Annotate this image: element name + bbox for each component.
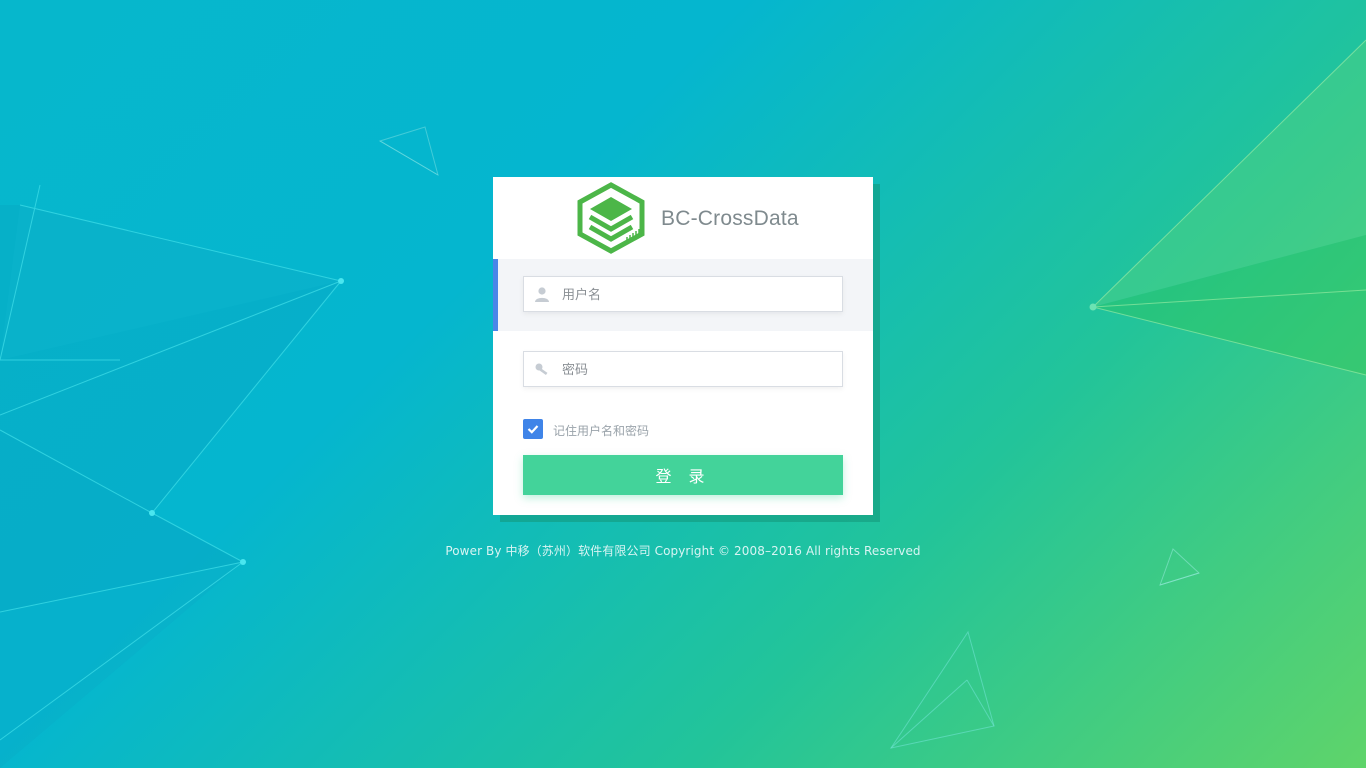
remember-checkbox[interactable] <box>523 419 543 439</box>
footer-copyright: Power By 中移（苏州）软件有限公司 Copyright © 2008–2… <box>445 544 921 558</box>
checkmark-icon <box>527 425 539 434</box>
user-icon <box>535 287 549 302</box>
login-button[interactable]: 登 录 <box>523 455 843 495</box>
key-icon <box>535 363 548 376</box>
password-field[interactable] <box>523 351 843 388</box>
card-header: BC-CrossData <box>493 177 873 259</box>
remember-label: 记住用户名和密码 <box>553 424 650 438</box>
brand-name: BC-CrossData <box>661 207 799 230</box>
password-input[interactable] <box>560 352 834 388</box>
active-field-indicator <box>493 259 498 331</box>
username-row <box>493 259 873 331</box>
stacked-layers-hexagon-icon <box>577 182 645 254</box>
login-card: BC-CrossData 记住用户名和密码 登 录 <box>493 177 873 515</box>
username-input[interactable] <box>560 277 834 313</box>
username-field[interactable] <box>523 276 843 313</box>
